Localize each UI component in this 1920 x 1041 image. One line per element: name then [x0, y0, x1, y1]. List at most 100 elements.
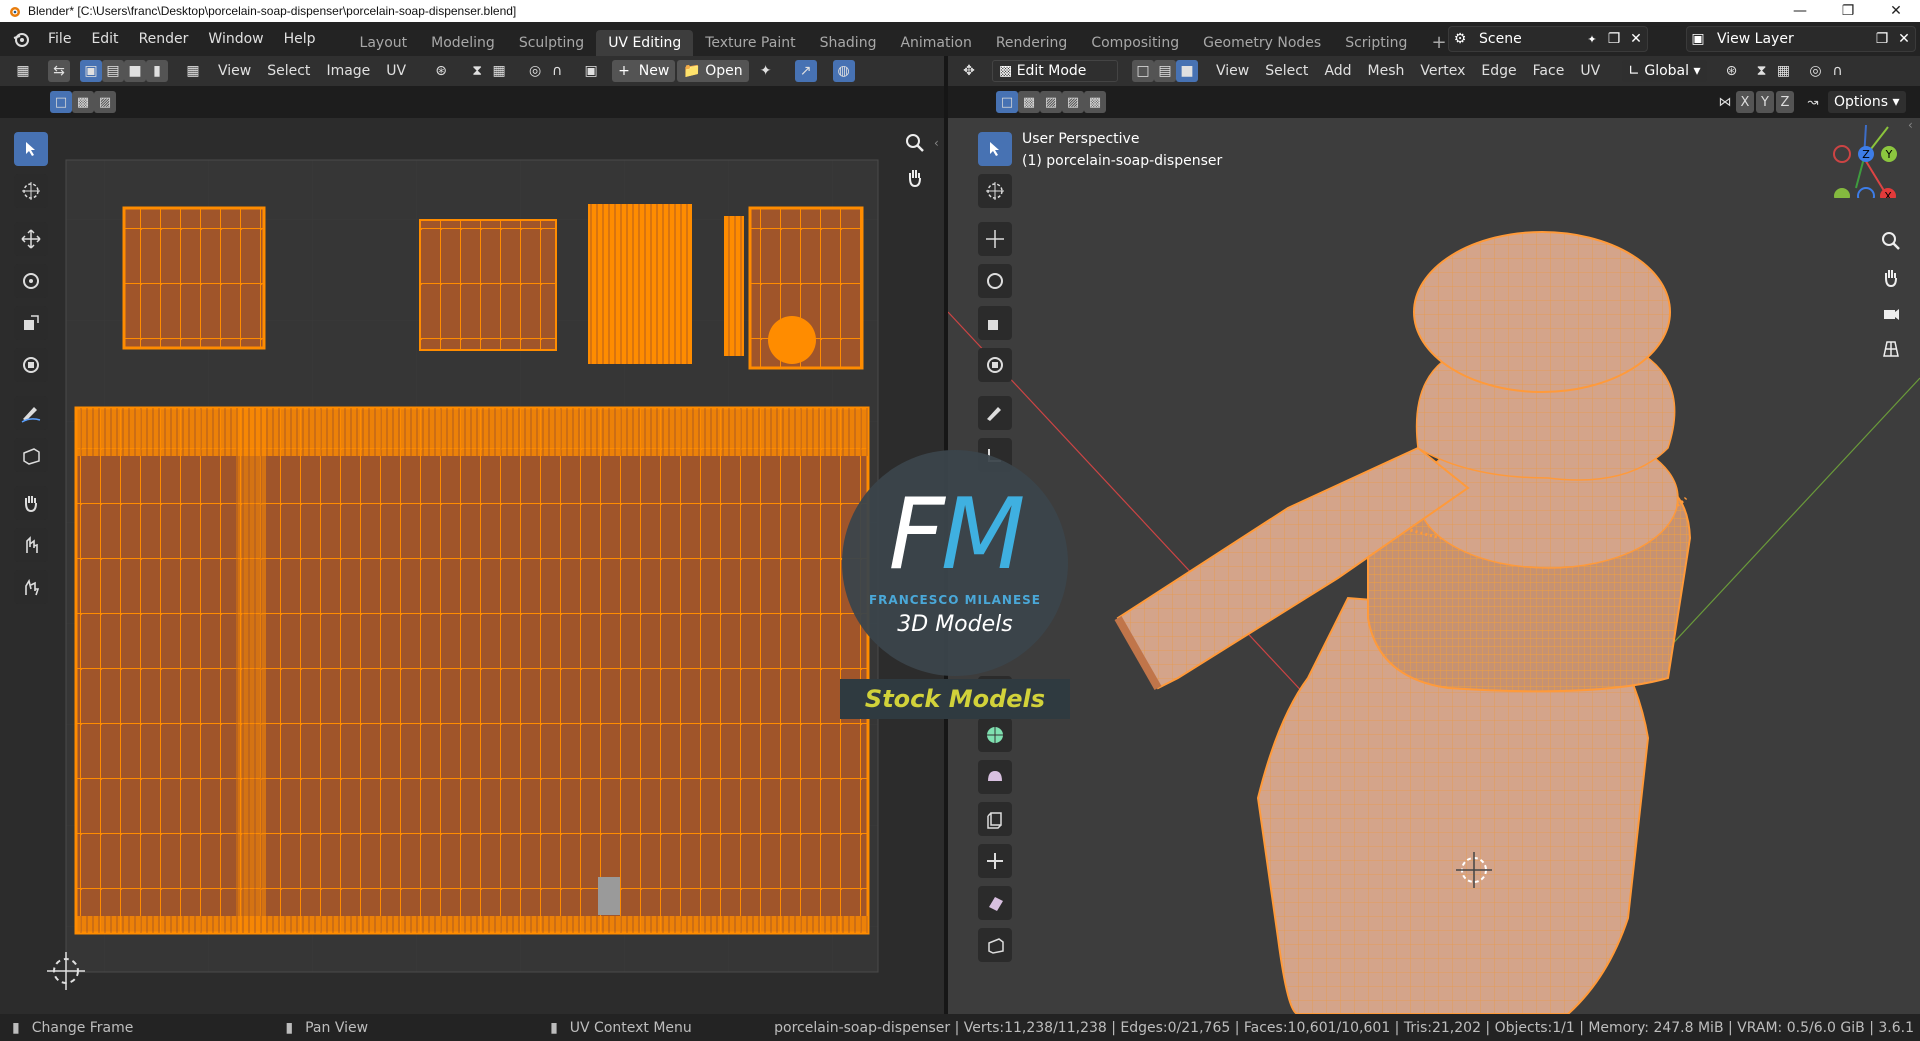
zoom-icon[interactable]	[900, 128, 930, 158]
vp-move-icon[interactable]	[978, 222, 1012, 256]
tab-compositing[interactable]: Compositing	[1079, 30, 1191, 56]
select-new-icon[interactable]: □	[50, 91, 72, 113]
uv-island-strip[interactable]	[724, 216, 744, 356]
gizmo-toggle-icon[interactable]: ↗	[794, 60, 817, 82]
vp-sidebar-toggle-icon[interactable]: ‹	[1908, 118, 1913, 132]
uv-menu-view[interactable]: View	[210, 63, 259, 79]
sync-selection-icon[interactable]: ⇆	[48, 60, 70, 82]
open-image-button[interactable]: 📁 Open	[677, 60, 749, 82]
uv-island-nozzle[interactable]	[768, 316, 816, 364]
face-select-icon[interactable]: ■	[124, 60, 146, 82]
close-icon[interactable]: ✕	[1872, 0, 1920, 22]
options-dropdown[interactable]: Options ▾	[1828, 91, 1906, 113]
vp-menu-edge[interactable]: Edge	[1473, 63, 1524, 79]
tab-modeling[interactable]: Modeling	[419, 30, 507, 56]
relax-icon[interactable]	[14, 528, 48, 562]
pin-icon[interactable]: ✦	[1581, 28, 1603, 50]
tab-animation[interactable]: Animation	[888, 30, 983, 56]
sidebar-toggle-icon[interactable]: ‹	[934, 136, 939, 150]
vp-cursor-icon[interactable]	[978, 174, 1012, 208]
vertex-select-icon[interactable]: ▣	[80, 60, 102, 82]
tab-shading[interactable]: Shading	[808, 30, 889, 56]
tab-uv-editing[interactable]: UV Editing	[596, 30, 694, 56]
tab-sculpting[interactable]: Sculpting	[507, 30, 596, 56]
proportional-edit-icon[interactable]: ◎	[524, 60, 546, 82]
vp-rip-icon[interactable]	[978, 928, 1012, 962]
edge-select-icon[interactable]: ▤	[102, 60, 124, 82]
falloff-icon[interactable]: ∩	[546, 60, 568, 82]
vp-select-subtract-icon[interactable]: ▨	[1040, 91, 1062, 113]
edge-mode-icon[interactable]: ▤	[1154, 60, 1176, 82]
uv-menu-image[interactable]: Image	[318, 63, 378, 79]
vp-select-box-icon[interactable]	[978, 132, 1012, 166]
pivot-icon[interactable]: ⊛	[430, 60, 452, 82]
vp-transform-icon[interactable]	[978, 348, 1012, 382]
pivot-point-icon[interactable]: ⊛	[1721, 60, 1743, 82]
copy-scene-icon[interactable]: ❐	[1603, 28, 1625, 50]
uv-island-ring[interactable]	[419, 219, 557, 351]
sticky-select-icon[interactable]: ▦	[182, 60, 204, 82]
vp-shrink-icon[interactable]	[978, 844, 1012, 878]
vp-menu-select[interactable]: Select	[1257, 63, 1316, 79]
vp-rotate-icon[interactable]	[978, 264, 1012, 298]
blender-menu-icon[interactable]	[8, 28, 34, 50]
island-select-icon[interactable]: ▮	[146, 60, 168, 82]
mirror-icon[interactable]: ⋈	[1714, 91, 1736, 113]
editor-type-icon[interactable]: ▦	[12, 60, 34, 82]
viewport-snap-target-icon[interactable]: ▦	[1773, 60, 1795, 82]
tab-rendering[interactable]: Rendering	[984, 30, 1080, 56]
view-layer-selector[interactable]: ▣ View Layer ❐ ✕	[1686, 26, 1916, 52]
copy-layer-icon[interactable]: ❐	[1871, 28, 1893, 50]
select-box-icon[interactable]	[14, 132, 48, 166]
uv-island-body[interactable]	[74, 406, 870, 935]
vp-shear-icon[interactable]	[978, 886, 1012, 920]
cursor-icon[interactable]	[14, 174, 48, 208]
navigation-gizmo[interactable]: Z Y X	[1814, 118, 1914, 205]
vp-loopcut-icon[interactable]	[978, 718, 1012, 752]
tab-texture-paint[interactable]: Texture Paint	[693, 30, 807, 56]
vp-select-invert-icon[interactable]: ▨	[1062, 91, 1084, 113]
vp-select-intersect-icon[interactable]: ▩	[1084, 91, 1106, 113]
tab-geometry-nodes[interactable]: Geometry Nodes	[1191, 30, 1333, 56]
select-subtract-icon[interactable]: ▨	[94, 91, 116, 113]
viewport-editor-type-icon[interactable]: ✥	[958, 60, 980, 82]
minimize-icon[interactable]: —	[1776, 0, 1824, 22]
orientation-selector[interactable]: ∟ Global ▾	[1622, 60, 1707, 82]
uv-selected-face[interactable]	[598, 877, 620, 915]
vp-menu-vertex[interactable]: Vertex	[1412, 63, 1473, 79]
uv-island-grip[interactable]	[588, 204, 692, 364]
overlays-toggle-icon[interactable]: ◍	[832, 60, 855, 82]
vp-scale-icon[interactable]	[978, 306, 1012, 340]
remove-scene-icon[interactable]: ✕	[1625, 28, 1647, 50]
viewport-snap-icon[interactable]: ⧗	[1751, 60, 1773, 82]
mirror-z-toggle[interactable]: Z	[1776, 91, 1794, 113]
select-extend-icon[interactable]: ▩	[72, 91, 94, 113]
mode-selector[interactable]: ▩ Edit Mode	[992, 60, 1118, 82]
pinch-icon[interactable]	[14, 570, 48, 604]
vp-menu-face[interactable]: Face	[1525, 63, 1573, 79]
pin-image-icon[interactable]: ✦	[755, 60, 777, 82]
uv-menu-uv[interactable]: UV	[378, 63, 414, 79]
scene-selector[interactable]: ⚙ Scene ✦ ❐ ✕	[1448, 26, 1648, 52]
scale-icon[interactable]	[14, 306, 48, 340]
vp-smooth-icon[interactable]	[978, 802, 1012, 836]
camera-view-icon[interactable]	[1876, 298, 1906, 328]
vp-menu-view[interactable]: View	[1208, 63, 1257, 79]
vertex-mode-icon[interactable]: □	[1132, 60, 1154, 82]
snap-icon[interactable]: ⧗	[466, 60, 488, 82]
vp-menu-add[interactable]: Add	[1316, 63, 1359, 79]
transform-icon[interactable]	[14, 348, 48, 382]
vp-select-extend-icon[interactable]: ▩	[1018, 91, 1040, 113]
ortho-toggle-icon[interactable]	[1876, 334, 1906, 364]
auto-merge-icon[interactable]: ↝	[1802, 91, 1824, 113]
vp-pan-hand-icon[interactable]	[1876, 262, 1906, 292]
vp-select-new-icon[interactable]: □	[996, 91, 1018, 113]
3d-viewport[interactable]: User Perspective (1) porcelain-soap-disp…	[948, 118, 1920, 1014]
pump-cap-top[interactable]	[1413, 231, 1671, 393]
mirror-x-toggle[interactable]: X	[1736, 91, 1754, 113]
vp-zoom-icon[interactable]	[1876, 226, 1906, 256]
rip-icon[interactable]	[14, 438, 48, 472]
rotate-icon[interactable]	[14, 264, 48, 298]
tab-layout[interactable]: Layout	[348, 30, 420, 56]
face-mode-icon[interactable]: ■	[1176, 60, 1198, 82]
